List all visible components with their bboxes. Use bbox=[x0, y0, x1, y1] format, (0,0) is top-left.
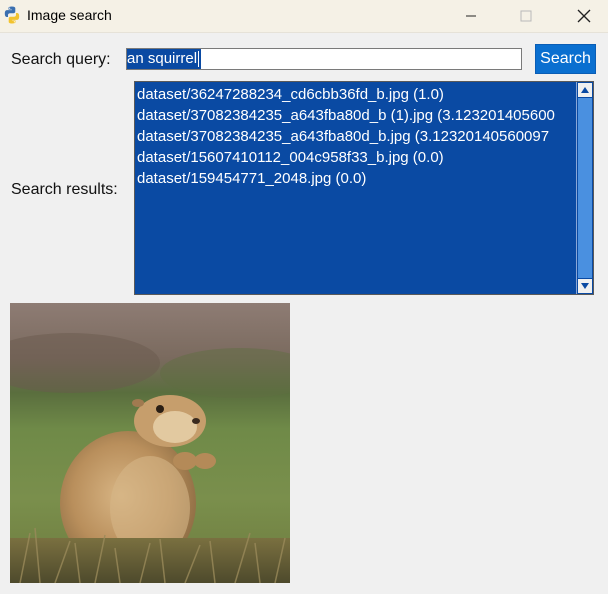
maximize-icon bbox=[520, 10, 532, 22]
close-icon bbox=[577, 9, 591, 23]
minimize-button[interactable] bbox=[448, 0, 494, 32]
image-preview bbox=[10, 303, 290, 583]
search-query-label: Search query: bbox=[11, 51, 111, 68]
title-bar: Image search bbox=[0, 0, 608, 33]
scroll-thumb[interactable] bbox=[578, 98, 592, 278]
result-item[interactable]: dataset/159454771_2048.jpg (0.0) bbox=[135, 168, 575, 189]
search-input[interactable]: an squirrel bbox=[126, 48, 522, 70]
search-results-label: Search results: bbox=[11, 181, 118, 198]
result-item[interactable]: dataset/37082384235_a643fba80d_b (1).jpg… bbox=[135, 105, 575, 126]
arrow-up-icon bbox=[581, 87, 589, 93]
result-item[interactable]: dataset/15607410112_004c958f33_b.jpg (0.… bbox=[135, 147, 575, 168]
close-button[interactable] bbox=[561, 0, 607, 32]
results-scrollbar[interactable] bbox=[576, 82, 593, 294]
search-results-listbox[interactable]: dataset/36247288234_cd6cbb36fd_b.jpg (1.… bbox=[134, 81, 594, 295]
scroll-down-button[interactable] bbox=[578, 279, 592, 293]
minimize-icon bbox=[466, 15, 476, 17]
arrow-down-icon bbox=[581, 283, 589, 289]
python-icon bbox=[2, 5, 22, 25]
scroll-up-button[interactable] bbox=[578, 83, 592, 97]
prairie-dog-photo bbox=[10, 303, 290, 583]
result-item[interactable]: dataset/37082384235_a643fba80d_b.jpg (3.… bbox=[135, 126, 575, 147]
results-list: dataset/36247288234_cd6cbb36fd_b.jpg (1.… bbox=[135, 84, 575, 189]
window-title: Image search bbox=[27, 7, 112, 23]
search-button[interactable]: Search bbox=[535, 44, 596, 74]
search-input-value: an squirrel bbox=[127, 49, 202, 69]
maximize-button[interactable] bbox=[503, 0, 549, 32]
result-item[interactable]: dataset/36247288234_cd6cbb36fd_b.jpg (1.… bbox=[135, 84, 575, 105]
